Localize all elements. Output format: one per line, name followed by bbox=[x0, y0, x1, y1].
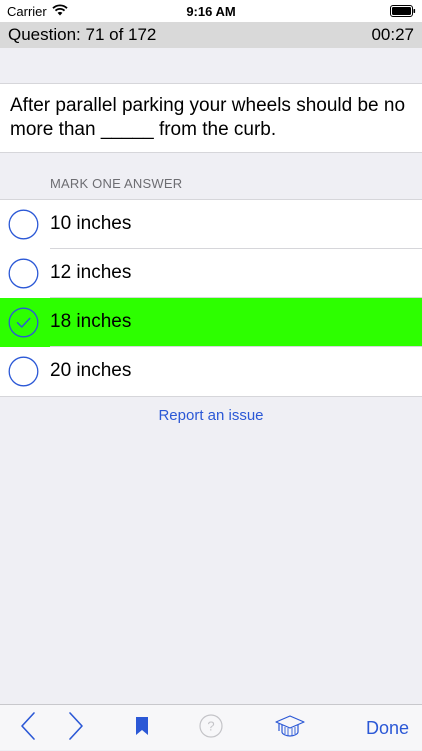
answers-section-label: MARK ONE ANSWER bbox=[50, 176, 183, 191]
bottom-toolbar: ? Done bbox=[0, 704, 422, 750]
radio-empty-icon bbox=[8, 356, 39, 387]
chevron-right-icon bbox=[68, 711, 84, 746]
answers-list: 10 inches 12 inches 18 inches 20 inches bbox=[0, 199, 422, 397]
study-button[interactable] bbox=[270, 705, 310, 751]
chevron-left-icon bbox=[20, 711, 36, 746]
question-counter: Question: 71 of 172 bbox=[8, 25, 157, 44]
answer-option-2[interactable]: 12 inches bbox=[0, 249, 422, 298]
status-bar: Carrier 9:16 AM bbox=[0, 0, 422, 22]
question-text: After parallel parking your wheels shoul… bbox=[10, 95, 406, 140]
answer-option-4[interactable]: 20 inches bbox=[0, 347, 422, 396]
svg-text:?: ? bbox=[207, 718, 214, 733]
answer-option-3[interactable]: 18 inches bbox=[0, 298, 422, 347]
answer-option-label: 20 inches bbox=[50, 360, 132, 381]
header-spacer bbox=[0, 48, 422, 84]
battery-icon bbox=[390, 5, 416, 20]
previous-button[interactable] bbox=[10, 705, 46, 751]
report-issue-link[interactable]: Report an issue bbox=[0, 407, 422, 424]
question-circle-icon: ? bbox=[199, 713, 223, 743]
question-text-box: After parallel parking your wheels shoul… bbox=[0, 84, 422, 153]
radio-checked-icon bbox=[8, 307, 39, 338]
help-button[interactable]: ? bbox=[195, 705, 227, 751]
bookmark-button[interactable] bbox=[126, 705, 158, 751]
bookmark-icon bbox=[135, 716, 149, 741]
answer-option-1[interactable]: 10 inches bbox=[0, 200, 422, 249]
done-button[interactable]: Done bbox=[366, 718, 409, 739]
question-header: Question: 71 of 172 00:27 bbox=[0, 22, 422, 48]
answer-option-label: 12 inches bbox=[50, 262, 132, 283]
answer-option-label: 10 inches bbox=[50, 213, 132, 234]
graduation-cap-icon bbox=[275, 714, 305, 743]
next-button[interactable] bbox=[58, 705, 94, 751]
status-time: 9:16 AM bbox=[186, 4, 236, 19]
question-timer: 00:27 bbox=[371, 25, 414, 44]
radio-empty-icon bbox=[8, 209, 39, 240]
radio-empty-icon bbox=[8, 258, 39, 289]
answer-option-label: 18 inches bbox=[50, 311, 132, 332]
